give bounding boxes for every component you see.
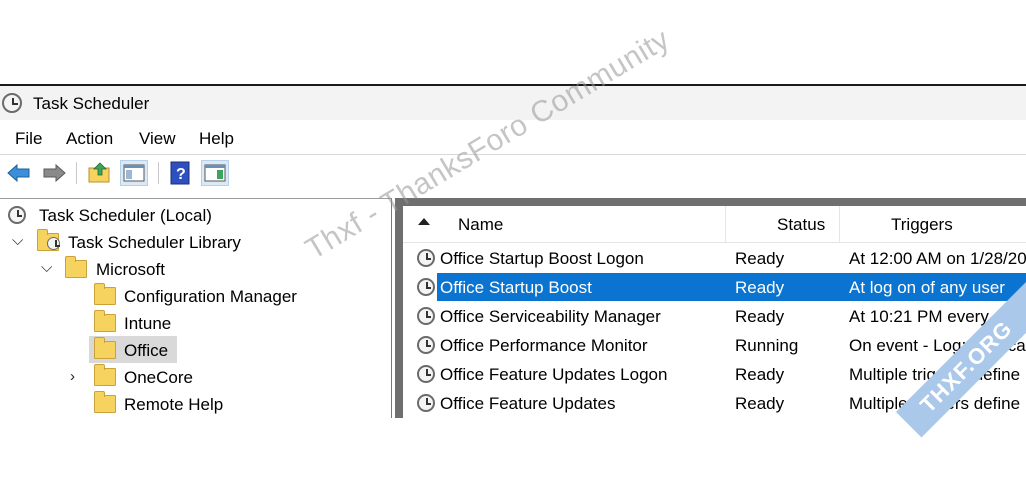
folder-icon — [65, 256, 87, 278]
tree-item-label: Remote Help — [124, 395, 224, 414]
tree-item-label: Office — [124, 341, 169, 360]
tree-item-label: Configuration Manager — [124, 287, 297, 306]
tree-item-root[interactable]: Task Scheduler (Local) — [6, 203, 386, 228]
clock-icon — [47, 237, 60, 250]
show-hide-console-tree-icon[interactable] — [120, 160, 148, 186]
show-hide-action-pane-icon[interactable] — [201, 160, 229, 186]
chevron-down-icon[interactable]: ⌵ — [12, 232, 23, 249]
task-name: Office Serviceability Manager — [440, 307, 661, 326]
task-status: Ready — [735, 249, 785, 268]
clock-icon — [8, 206, 26, 224]
title-bar: Task Scheduler — [0, 86, 1026, 120]
column-header-triggers[interactable]: Triggers — [891, 215, 953, 235]
tree-item-library[interactable]: ⌵ Task Scheduler Library — [6, 229, 386, 255]
task-status: Ready — [735, 278, 785, 297]
up-folder-icon[interactable] — [86, 160, 114, 186]
task-status: Ready — [735, 394, 785, 413]
chevron-down-icon[interactable]: ⌵ — [41, 259, 52, 276]
folder-icon — [94, 364, 116, 386]
task-triggers: At log on of any user — [849, 278, 1005, 297]
column-header-name[interactable]: Name — [458, 215, 503, 235]
tree-item-label: Task Scheduler Library — [68, 233, 241, 252]
folder-icon — [94, 391, 116, 413]
table-row[interactable]: Office Startup Boost Logon Ready At 12:0… — [403, 244, 1026, 273]
tree-item-label: Intune — [124, 314, 172, 333]
clock-icon — [417, 336, 435, 354]
console-tree: Task Scheduler (Local) ⌵ Task Scheduler … — [0, 198, 392, 418]
task-name: Office Feature Updates Logon — [440, 365, 668, 384]
clock-icon — [417, 394, 435, 412]
tree-item-intune[interactable]: Intune — [6, 310, 386, 336]
toolbar-separator — [76, 162, 77, 184]
tree-item-microsoft[interactable]: ⌵ Microsoft — [6, 256, 386, 282]
window-title: Task Scheduler — [33, 94, 150, 113]
task-status: Ready — [735, 365, 785, 384]
column-header-status[interactable]: Status — [777, 215, 825, 235]
menu-action[interactable]: Action — [66, 129, 113, 149]
tree-item-remote-help[interactable]: Remote Help — [6, 391, 386, 417]
tree-item-configuration-manager[interactable]: Configuration Manager — [6, 283, 386, 309]
svg-text:?: ? — [176, 166, 186, 183]
menu-bar: File Action View Help — [0, 120, 1026, 154]
folder-icon — [94, 283, 116, 305]
table-row[interactable]: Office Performance Monitor Running On ev… — [403, 331, 1026, 360]
task-status: Ready — [735, 307, 785, 326]
column-divider[interactable] — [725, 206, 726, 242]
folder-icon — [94, 337, 116, 359]
tree-item-office[interactable]: Office — [6, 337, 386, 363]
task-name: Office Startup Boost — [440, 278, 592, 297]
clock-icon — [417, 307, 435, 325]
task-scheduler-window: Task Scheduler File Action View Help ? T… — [0, 84, 1026, 418]
toolbar-separator — [158, 162, 159, 184]
sort-ascending-icon[interactable] — [418, 218, 430, 225]
task-name: Office Feature Updates — [440, 394, 616, 413]
task-name: Office Performance Monitor — [440, 336, 648, 355]
table-row-selected[interactable]: Office Startup Boost Ready At log on of … — [403, 273, 1026, 302]
tree-item-label: Task Scheduler (Local) — [39, 206, 212, 225]
clock-icon — [417, 365, 435, 383]
back-arrow-icon[interactable] — [5, 160, 33, 186]
table-row[interactable]: Office Serviceability Manager Ready At 1… — [403, 302, 1026, 331]
chevron-right-icon[interactable]: › — [70, 368, 75, 385]
menu-view[interactable]: View — [139, 129, 176, 149]
clock-icon — [417, 249, 435, 267]
forward-arrow-icon[interactable] — [40, 160, 68, 186]
tree-item-label: Microsoft — [96, 260, 165, 279]
task-status: Running — [735, 336, 799, 355]
task-triggers: At 12:00 AM on 1/28/20 — [849, 249, 1026, 268]
help-icon[interactable]: ? — [167, 160, 195, 186]
menu-help[interactable]: Help — [199, 129, 234, 149]
clock-icon — [417, 278, 435, 296]
task-name: Office Startup Boost Logon — [440, 249, 644, 268]
tree-item-label: OneCore — [124, 368, 193, 387]
clock-icon — [2, 93, 22, 113]
list-header: Name Status Triggers — [403, 206, 1026, 243]
toolbar: ? — [0, 154, 1026, 191]
tree-item-onecore[interactable]: › OneCore — [6, 364, 386, 390]
menu-file[interactable]: File — [15, 129, 42, 149]
folder-icon — [94, 310, 116, 332]
column-divider[interactable] — [839, 206, 840, 242]
